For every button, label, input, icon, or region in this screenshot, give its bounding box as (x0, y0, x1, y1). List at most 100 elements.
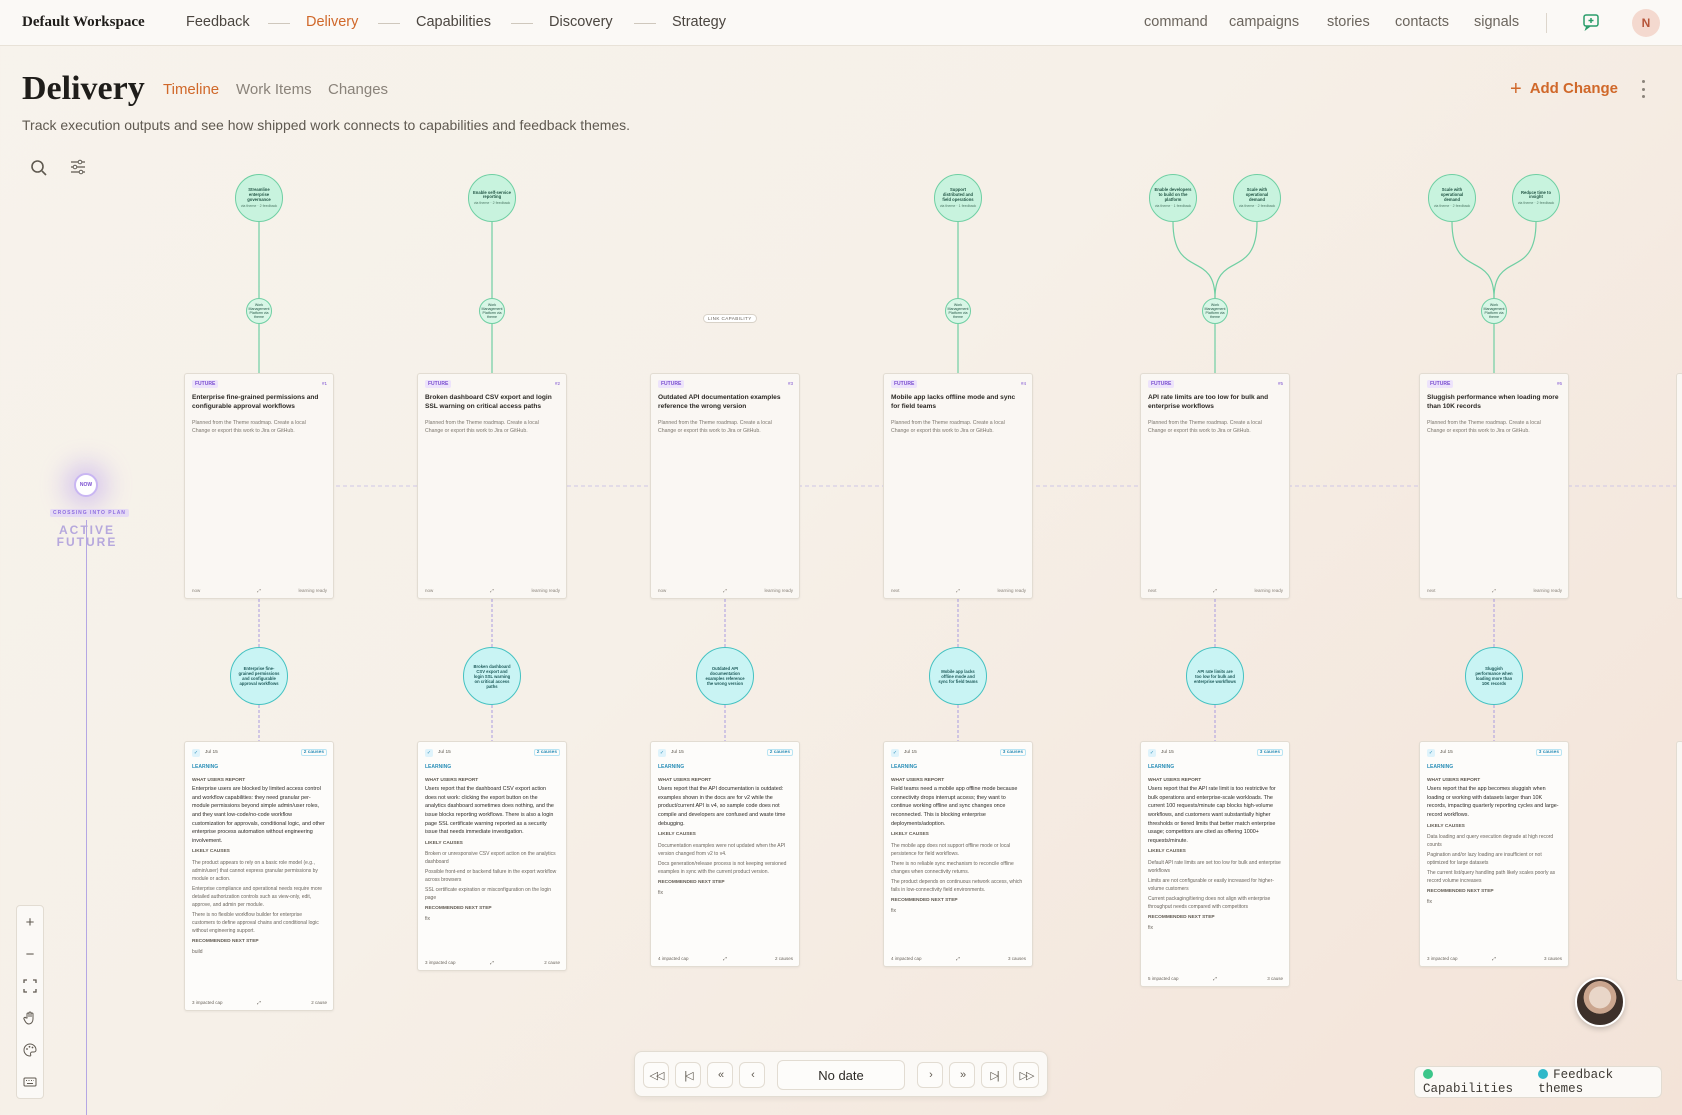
causes-badge[interactable]: 3 causes (999, 749, 1026, 756)
link-icon[interactable]: ⤢ (490, 588, 494, 593)
link-icon[interactable]: ⤢ (257, 588, 261, 593)
fast-forward-icon[interactable]: ▷▷ (1013, 1062, 1039, 1088)
date-display[interactable]: No date (777, 1060, 905, 1090)
capability-node[interactable]: Reduce time to insight via theme · 2 feed… (1512, 174, 1560, 222)
capability-sub: via theme · 2 feedback (473, 201, 511, 206)
platform-node[interactable]: Work Management Platform via theme (246, 298, 272, 324)
avatar[interactable]: N (1632, 9, 1660, 37)
learning-label: LEARNING (425, 764, 452, 770)
cause-count: 3 causes (1007, 956, 1026, 961)
work-item-title: Enterprise fine-grained permissions and … (192, 394, 319, 410)
link-icon[interactable]: ⤢ (1492, 956, 1496, 961)
section-heading: LIKELY CAUSES (1427, 823, 1465, 829)
link-icon[interactable]: ⤢ (956, 588, 960, 593)
tab-timeline[interactable]: Timeline (163, 81, 219, 98)
nav-contacts[interactable]: contacts (1395, 14, 1449, 30)
tab-changes[interactable]: Changes (328, 81, 388, 98)
likely-cause: The product appears to rely on a basic r… (192, 859, 318, 882)
work-item-card[interactable]: FUTURE #3 Outdated API documentation examp… (650, 373, 800, 599)
nav-strategy[interactable]: Strategy (672, 14, 726, 30)
link-icon[interactable]: ⤢ (1213, 976, 1217, 981)
platform-node[interactable]: Work Management Platform via theme (479, 298, 505, 324)
feedback-theme-node[interactable]: Outdated API documentation examples refe… (696, 647, 754, 705)
causes-badge[interactable]: 2 causes (533, 749, 560, 756)
causes-badge[interactable]: 2 causes (766, 749, 793, 756)
learning-card[interactable]: ✓ Jul 15 3 causes LEARNING WHAT USERS REPORT… (1419, 741, 1569, 967)
capability-node[interactable]: Support distributed and field operations… (934, 174, 982, 222)
prev-icon[interactable]: ‹ (739, 1062, 765, 1088)
more-options-icon[interactable] (1640, 80, 1646, 98)
search-icon[interactable] (29, 158, 49, 178)
assistant-avatar[interactable] (1575, 977, 1625, 1027)
hand-pan-icon[interactable] (20, 1008, 40, 1028)
zoom-out-icon[interactable]: − (20, 944, 40, 964)
capability-node[interactable]: Enable self-service reporting via theme ·… (468, 174, 516, 222)
capability-node[interactable]: Enable developers to build on the platfo… (1149, 174, 1197, 222)
nav-stories[interactable]: stories (1327, 14, 1370, 30)
feedback-theme-node[interactable]: Broken dashboard CSV export and login SS… (463, 647, 521, 705)
nav-campaigns[interactable]: campaigns (1229, 14, 1299, 30)
capability-node[interactable]: Scale with operational demand via theme ·… (1233, 174, 1281, 222)
link-icon[interactable]: ⤢ (1492, 588, 1496, 593)
learning-card[interactable]: ✓ Jul 15 3 causes LEARNING WHAT USERS REPORT… (883, 741, 1033, 967)
platform-node[interactable]: Work Management Platform via theme (1202, 298, 1228, 324)
offscreen-card[interactable] (1676, 741, 1682, 981)
link-icon[interactable]: ⤢ (1213, 588, 1217, 593)
nav-capabilities[interactable]: Capabilities (416, 14, 491, 30)
link-icon[interactable]: ⤢ (956, 956, 960, 961)
palette-icon[interactable] (20, 1040, 40, 1060)
double-left-icon[interactable]: « (707, 1062, 733, 1088)
nav-discovery[interactable]: Discovery (549, 14, 613, 30)
learning-card[interactable]: ✓ Jul 15 3 causes LEARNING WHAT USERS REPORT… (1140, 741, 1290, 987)
section-heading: WHAT USERS REPORT (1148, 778, 1202, 783)
add-change-button[interactable]: + Add Change (1510, 79, 1618, 99)
double-right-icon[interactable]: » (949, 1062, 975, 1088)
feedback-theme-node[interactable]: Enterprise fine-grained permissions and … (230, 647, 288, 705)
work-item-card[interactable]: FUTURE #1 Enterprise fine-grained permissi… (184, 373, 334, 599)
causes-badge[interactable]: 3 causes (1256, 749, 1283, 756)
work-item-description: Planned from the Theme roadmap. Create a… (425, 420, 539, 434)
next-icon[interactable]: › (917, 1062, 943, 1088)
first-icon[interactable]: |◁ (675, 1062, 701, 1088)
causes-badge[interactable]: 2 causes (300, 749, 327, 756)
fit-view-icon[interactable] (20, 976, 40, 996)
learning-card[interactable]: ✓ Jul 15 2 causes LEARNING WHAT USERS REPORT… (417, 741, 567, 971)
zoom-in-icon[interactable]: + (20, 912, 40, 932)
work-item-card[interactable]: FUTURE #5 API rate limits are too low for … (1140, 373, 1290, 599)
platform-node[interactable]: Work Management Platform via theme (945, 298, 971, 324)
link-icon[interactable]: ⤢ (490, 960, 494, 965)
capability-node[interactable]: Scale with operational demand via theme ·… (1428, 174, 1476, 222)
capability-node[interactable]: Streamline enterprise governance via them… (235, 174, 283, 222)
work-item-card[interactable]: FUTURE #4 Mobile app lacks offline mode an… (883, 373, 1033, 599)
learning-date: Jul 15 (438, 750, 451, 755)
platform-node[interactable]: Work Management Platform via theme (1481, 298, 1507, 324)
filter-sliders-icon[interactable] (68, 157, 88, 177)
tab-work-items[interactable]: Work Items (236, 81, 312, 98)
work-item-card[interactable]: FUTURE #6 Sluggish performance when loadin… (1419, 373, 1569, 599)
likely-cause: Documentation examples were not updated … (658, 842, 786, 857)
link-icon[interactable]: ⤢ (257, 1000, 261, 1005)
workspace-name[interactable]: Default Workspace (22, 14, 145, 31)
offscreen-card[interactable] (1676, 373, 1682, 599)
causes-badge[interactable]: 3 causes (1535, 749, 1562, 756)
learning-card[interactable]: ✓ Jul 15 2 causes LEARNING WHAT USERS REPORT… (184, 741, 334, 1011)
work-item-card[interactable]: FUTURE #2 Broken dashboard CSV export and … (417, 373, 567, 599)
capability-title: Enable self-service reporting (473, 189, 511, 200)
chat-plus-icon[interactable] (1582, 13, 1600, 31)
link-icon[interactable]: ⤢ (723, 588, 727, 593)
nav-signals[interactable]: signals (1474, 14, 1519, 30)
work-item-title: Broken dashboard CSV export and login SS… (425, 394, 552, 410)
feedback-theme-node[interactable]: API rate limits are too low for bulk and… (1186, 647, 1244, 705)
link-icon[interactable]: ⤢ (723, 956, 727, 961)
learning-card[interactable]: ✓ Jul 15 2 causes LEARNING WHAT USERS REPORT… (650, 741, 800, 967)
link-capability-chip[interactable]: LINK CAPABILITY (703, 314, 757, 323)
nav-feedback[interactable]: Feedback (186, 14, 250, 30)
last-icon[interactable]: ▷| (981, 1062, 1007, 1088)
nav-delivery[interactable]: Delivery (306, 14, 358, 30)
rewind-icon[interactable]: ◁◁ (643, 1062, 669, 1088)
capabilities-dot (1423, 1069, 1433, 1079)
keyboard-icon[interactable] (20, 1072, 40, 1092)
feedback-theme-node[interactable]: Sluggish performance when loading more t… (1465, 647, 1523, 705)
feedback-theme-node[interactable]: Mobile app lacks offline mode and sync f… (929, 647, 987, 705)
nav-command[interactable]: command (1144, 14, 1208, 30)
